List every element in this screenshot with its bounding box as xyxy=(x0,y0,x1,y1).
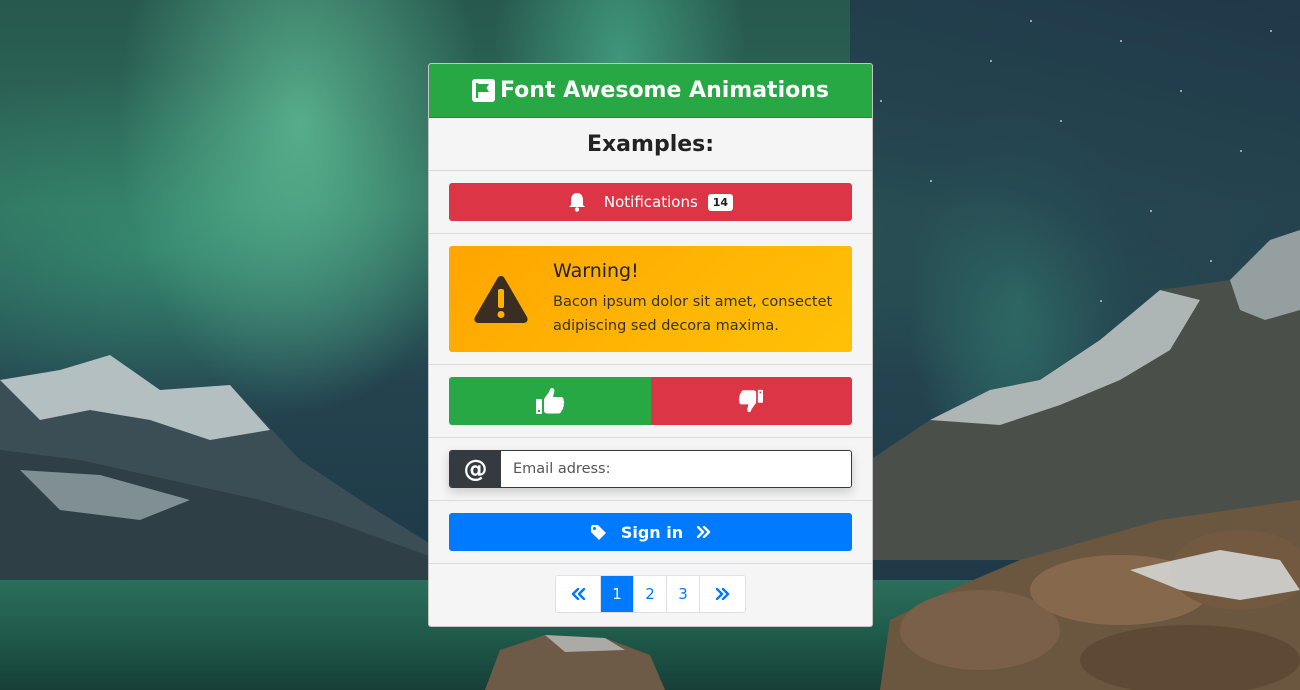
animations-card: Font Awesome Animations Examples: Notifi… xyxy=(428,63,873,627)
votes-row xyxy=(429,365,872,438)
angle-double-right-icon xyxy=(715,588,730,600)
thumbs-down-icon xyxy=(738,389,764,413)
pagination-page-2[interactable]: 2 xyxy=(634,576,667,612)
card-header: Font Awesome Animations xyxy=(429,64,872,118)
pagination-page-1[interactable]: 1 xyxy=(601,576,634,612)
angle-double-right-icon xyxy=(697,526,711,538)
email-input-group: @ xyxy=(449,450,852,488)
notifications-button[interactable]: Notifications 14 xyxy=(449,183,852,221)
sign-in-label: Sign in xyxy=(620,522,684,542)
email-row: @ xyxy=(429,438,872,501)
notifications-label: Notifications xyxy=(603,193,698,211)
thumbs-up-button[interactable] xyxy=(449,377,651,425)
warning-title: Warning! xyxy=(553,260,639,282)
flag-icon xyxy=(471,79,495,102)
pagination-page-3[interactable]: 3 xyxy=(667,576,700,612)
tag-icon xyxy=(590,524,607,541)
warning-row: Warning! Bacon ipsum dolor sit amet, con… xyxy=(429,234,872,365)
sign-in-button[interactable]: Sign in xyxy=(449,513,852,551)
notifications-count-badge: 14 xyxy=(707,193,734,211)
pagination-wrapper: 1 2 3 xyxy=(429,564,872,613)
vote-buttons xyxy=(449,377,852,425)
at-icon: @ xyxy=(450,451,501,487)
pagination: 1 2 3 xyxy=(555,575,746,613)
warning-text: Bacon ipsum dolor sit amet, consectet ad… xyxy=(553,294,833,334)
thumbs-down-button[interactable] xyxy=(650,377,852,425)
signin-row: Sign in xyxy=(429,501,872,564)
examples-heading: Examples: xyxy=(429,118,872,171)
pagination-first-button[interactable] xyxy=(556,576,601,612)
pagination-last-button[interactable] xyxy=(700,576,745,612)
notifications-row: Notifications 14 xyxy=(429,171,872,234)
angle-double-left-icon xyxy=(571,588,585,600)
email-input[interactable] xyxy=(501,451,851,487)
exclamation-triangle-icon xyxy=(449,274,553,324)
warning-alert: Warning! Bacon ipsum dolor sit amet, con… xyxy=(449,246,852,352)
bell-icon xyxy=(568,192,586,212)
thumbs-up-icon xyxy=(535,387,565,415)
card-title: Font Awesome Animations xyxy=(499,78,829,103)
